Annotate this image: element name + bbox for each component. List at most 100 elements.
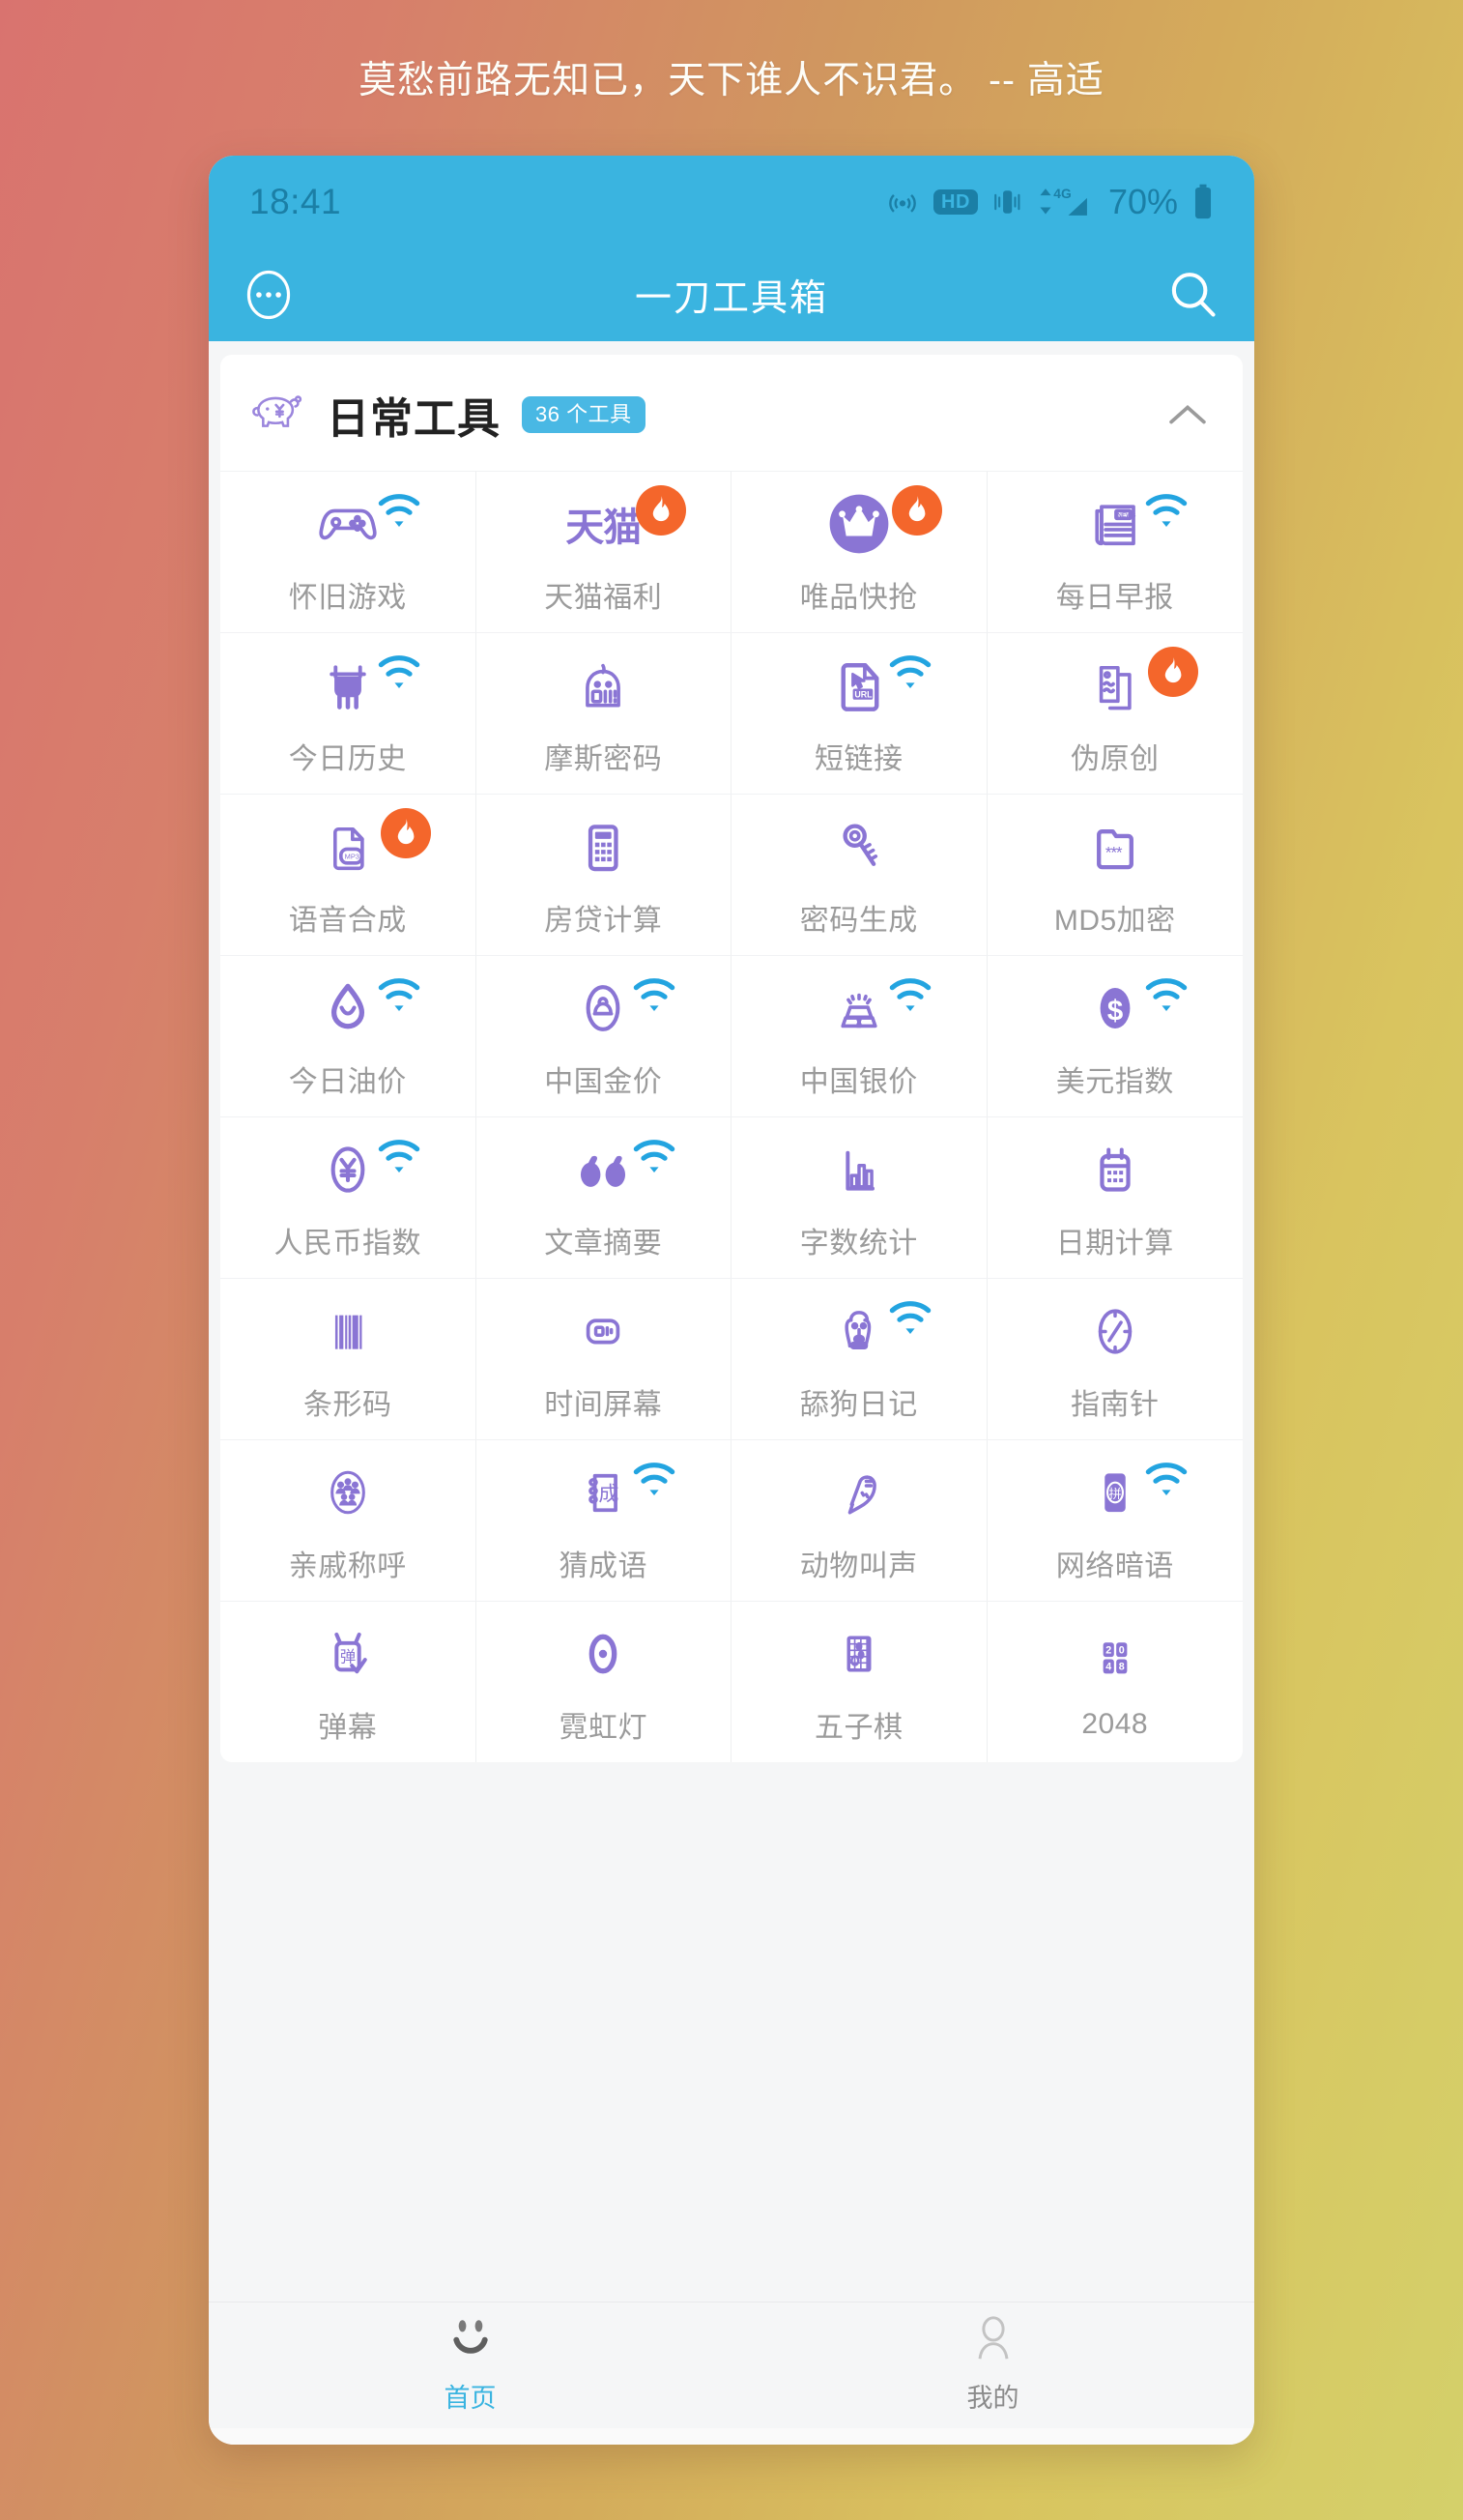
tool-cell[interactable]: NEWS 每日早报 xyxy=(987,471,1243,632)
tool-label: 时间屏幕 xyxy=(544,1389,663,1421)
quote-marks-icon xyxy=(566,1134,640,1205)
hd-icon: HD xyxy=(933,188,978,215)
tool-cell[interactable]: 日期计算 xyxy=(987,1116,1243,1278)
tool-cell[interactable]: $ 美元指数 xyxy=(987,955,1243,1116)
tool-label: 指南针 xyxy=(1071,1389,1160,1421)
tool-cell[interactable]: 2 0 4 8 2048 xyxy=(987,1601,1243,1762)
section-header[interactable]: 日常工具 36 个工具 xyxy=(220,355,1243,471)
dollar-coin-icon: $ xyxy=(1081,972,1149,1044)
2048-tiles-icon: 2048 xyxy=(1081,1623,1149,1694)
tool-cell[interactable]: 时间屏幕 xyxy=(475,1278,732,1439)
tool-cell[interactable]: *** MD5加密 xyxy=(987,794,1243,955)
danmaku-tv-icon: 弹 xyxy=(314,1618,382,1690)
silver-ingot-icon xyxy=(824,972,894,1044)
tool-label: 中国金价 xyxy=(544,1066,663,1098)
tool-cell[interactable]: 今日油价 xyxy=(220,955,476,1116)
tool-cell[interactable]: 文章摘要 xyxy=(475,1116,732,1278)
tool-cell[interactable]: 天猫 天猫福利 xyxy=(475,471,732,632)
tool-label: 每日早报 xyxy=(1055,582,1174,614)
wifi-badge-icon xyxy=(886,1300,934,1344)
tool-label: 人民币指数 xyxy=(273,1228,421,1260)
tool-cell[interactable]: 条形码 xyxy=(220,1278,476,1439)
tool-label: 猜成语 xyxy=(559,1550,647,1582)
tool-label: 字数统计 xyxy=(799,1228,918,1260)
key-icon xyxy=(824,811,894,883)
calendar-icon xyxy=(1081,1134,1149,1205)
tool-cell[interactable]: 舔狗日记 xyxy=(732,1278,988,1439)
tab-profile[interactable]: 我的 xyxy=(732,2316,1254,2415)
svg-text:成: 成 xyxy=(599,1483,619,1505)
tool-cell[interactable]: 唯品快抢 xyxy=(732,471,988,632)
content-area: 日常工具 36 个工具 怀旧游戏 天猫 天猫福利 唯品快抢 NEWS 每日早报 今日历史 摩斯… xyxy=(209,341,1254,2302)
tool-label: 天猫福利 xyxy=(544,582,663,614)
wifi-badge-icon xyxy=(375,1139,423,1182)
svg-text:NEWS: NEWS xyxy=(1117,512,1136,519)
tool-label: 摩斯密码 xyxy=(544,743,663,775)
tool-cell[interactable]: 弹弹幕 xyxy=(220,1601,476,1762)
tool-label: 伪原创 xyxy=(1071,743,1160,775)
tool-cell[interactable]: 怀旧游戏 xyxy=(220,471,476,632)
morse-robot-icon xyxy=(568,650,638,721)
tool-cell[interactable]: 中国金价 xyxy=(475,955,732,1116)
bird-icon xyxy=(825,1457,893,1528)
tool-cell[interactable]: 霓虹灯 xyxy=(475,1601,732,1762)
family-circle-icon xyxy=(314,1457,382,1528)
folder-asterisk-icon: *** xyxy=(1080,811,1150,883)
more-circle-icon[interactable] xyxy=(242,268,296,322)
bar-chart-icon xyxy=(825,1134,893,1205)
tool-cell[interactable]: 密码生成 xyxy=(732,794,988,955)
tool-cell[interactable]: 伪原创 xyxy=(987,632,1243,794)
status-bar: 18:41 HD 4G 70% xyxy=(209,156,1254,247)
tool-cell[interactable]: 中国银价 xyxy=(732,955,988,1116)
wifi-badge-icon xyxy=(375,977,423,1021)
tool-cell[interactable]: MP3 语音合成 xyxy=(220,794,476,955)
person-icon xyxy=(970,2316,1017,2365)
tool-cell[interactable]: 今日历史 xyxy=(220,632,476,794)
tool-grid: 怀旧游戏 天猫 天猫福利 唯品快抢 NEWS 每日早报 今日历史 摩斯密码 URL 短链接 伪原创 M… xyxy=(220,471,1243,1762)
svg-text:8: 8 xyxy=(1119,1662,1125,1673)
tool-label: 今日历史 xyxy=(288,743,407,775)
wifi-badge-icon xyxy=(630,977,678,1021)
tool-label: 亲戚称呼 xyxy=(288,1550,407,1582)
compass-icon xyxy=(1081,1295,1149,1367)
tab-home[interactable]: 首页 xyxy=(209,2316,732,2415)
tool-cell[interactable]: 摩斯密码 xyxy=(475,632,732,794)
svg-text:***: *** xyxy=(1105,844,1123,862)
gamepad-icon xyxy=(312,488,384,560)
barcode-icon xyxy=(314,1295,382,1367)
svg-text:2: 2 xyxy=(1105,1644,1111,1656)
tool-cell[interactable]: 亲戚称呼 xyxy=(220,1439,476,1601)
tool-cell[interactable]: 五子棋 xyxy=(732,1601,988,1762)
tab-profile-label: 我的 xyxy=(966,2384,1019,2413)
wallpaper-quote-text: 莫愁前路无知已，天下谁人不识君。 -- 高适 xyxy=(359,60,1104,101)
vibrate-icon xyxy=(992,186,1021,218)
tool-cell[interactable]: 房贷计算 xyxy=(475,794,732,955)
tmall-text-icon: 天猫 xyxy=(565,507,642,549)
svg-text:$: $ xyxy=(1107,995,1123,1027)
nfc-icon xyxy=(886,186,919,218)
tool-label: 霓虹灯 xyxy=(559,1712,647,1744)
wifi-badge-icon xyxy=(1142,977,1190,1021)
svg-text:URL: URL xyxy=(854,689,873,699)
tool-cell[interactable]: 字数统计 xyxy=(732,1116,988,1278)
wifi-badge-icon xyxy=(886,977,934,1021)
tool-cell[interactable]: 动物叫声 xyxy=(732,1439,988,1601)
wifi-badge-icon xyxy=(375,654,423,698)
search-icon[interactable] xyxy=(1165,267,1221,323)
tool-label: 动物叫声 xyxy=(799,1550,918,1582)
smiley-icon xyxy=(445,2316,496,2365)
tool-cell[interactable]: URL 短链接 xyxy=(732,632,988,794)
hot-fire-badge-icon xyxy=(891,485,942,536)
tool-cell[interactable]: 拼网络暗语 xyxy=(987,1439,1243,1601)
tool-cell[interactable]: 指南针 xyxy=(987,1278,1243,1439)
tool-cell[interactable]: 成猜成语 xyxy=(475,1439,732,1601)
svg-text:MP3: MP3 xyxy=(344,853,359,861)
status-time: 18:41 xyxy=(249,181,342,221)
tool-label: 美元指数 xyxy=(1055,1066,1174,1098)
chevron-up-icon[interactable] xyxy=(1165,400,1210,429)
tool-label: 语音合成 xyxy=(288,905,407,937)
tool-cell[interactable]: 人民币指数 xyxy=(220,1116,476,1278)
document-copy-icon xyxy=(1080,650,1150,721)
tool-label: 弹幕 xyxy=(318,1712,378,1744)
daily-tools-section: 日常工具 36 个工具 怀旧游戏 天猫 天猫福利 唯品快抢 NEWS 每日早报 今日历史 摩斯… xyxy=(220,355,1243,1762)
